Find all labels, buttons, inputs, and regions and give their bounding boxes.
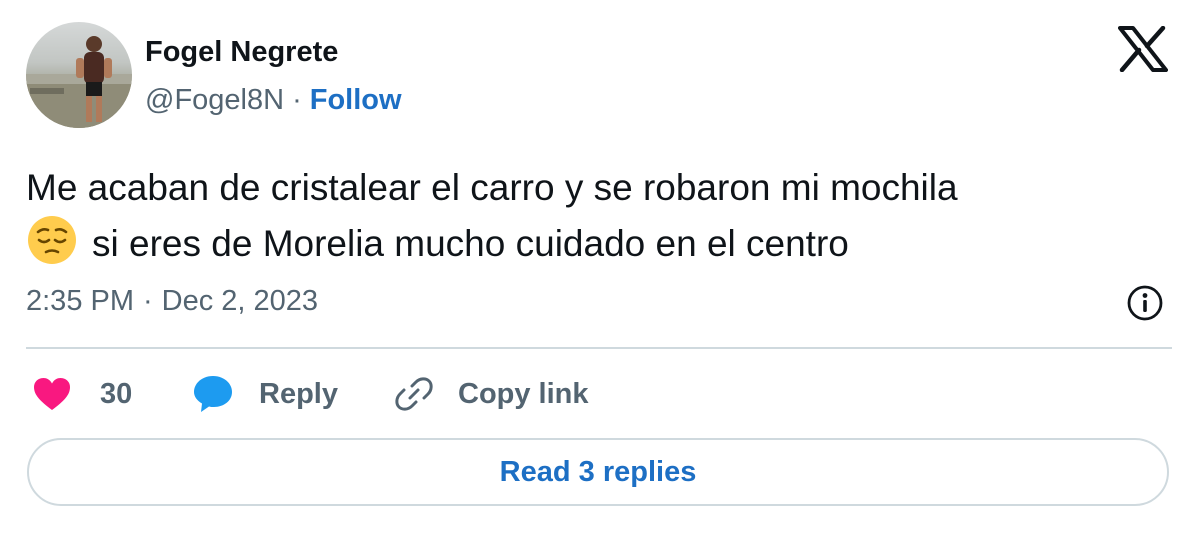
- heart-icon: [34, 378, 70, 410]
- reply-button[interactable]: Reply: [192, 372, 338, 416]
- handle-separator: ·: [292, 84, 302, 116]
- like-count: 30: [100, 377, 133, 410]
- follow-link[interactable]: Follow: [310, 84, 402, 116]
- avatar[interactable]: [26, 22, 132, 128]
- tweet-text: Me acaban de cristalear el carro y se ro…: [26, 162, 1176, 270]
- reply-label: Reply: [259, 377, 338, 410]
- tweet-timestamp[interactable]: 2:35 PM · Dec 2, 2023: [26, 283, 318, 319]
- divider: [26, 347, 1172, 349]
- tweet-embed-card: Fogel Negrete @Fogel8N · Follow Me acaban …: [0, 0, 1200, 534]
- tweet-text-line-1: Me acaban de cristalear el carro y se ro…: [26, 167, 958, 208]
- tweet-time[interactable]: 2:35 PM: [26, 285, 134, 317]
- author-handle-row: @Fogel8N · Follow: [145, 82, 402, 118]
- reply-bubble-icon: [194, 376, 232, 412]
- x-logo-icon[interactable]: [1118, 26, 1168, 72]
- timestamp-separator: ·: [143, 285, 153, 317]
- link-icon: [395, 377, 433, 411]
- info-icon[interactable]: [1126, 284, 1164, 322]
- like-button[interactable]: 30: [32, 372, 132, 416]
- copy-link-button[interactable]: Copy link: [392, 372, 589, 416]
- avatar-photo: [26, 36, 132, 128]
- author-handle[interactable]: @Fogel8N: [145, 84, 284, 116]
- tweet-date[interactable]: Dec 2, 2023: [162, 285, 318, 317]
- tweet-text-line-2-row: si eres de Morelia mucho cuidado en el c…: [26, 214, 1176, 270]
- author-display-name[interactable]: Fogel Negrete: [145, 34, 338, 70]
- pensive-face-icon: [28, 216, 76, 264]
- copy-link-label: Copy link: [458, 377, 589, 410]
- tweet-text-line-2: si eres de Morelia mucho cuidado en el c…: [92, 223, 849, 264]
- read-replies-button[interactable]: Read 3 replies: [27, 438, 1169, 506]
